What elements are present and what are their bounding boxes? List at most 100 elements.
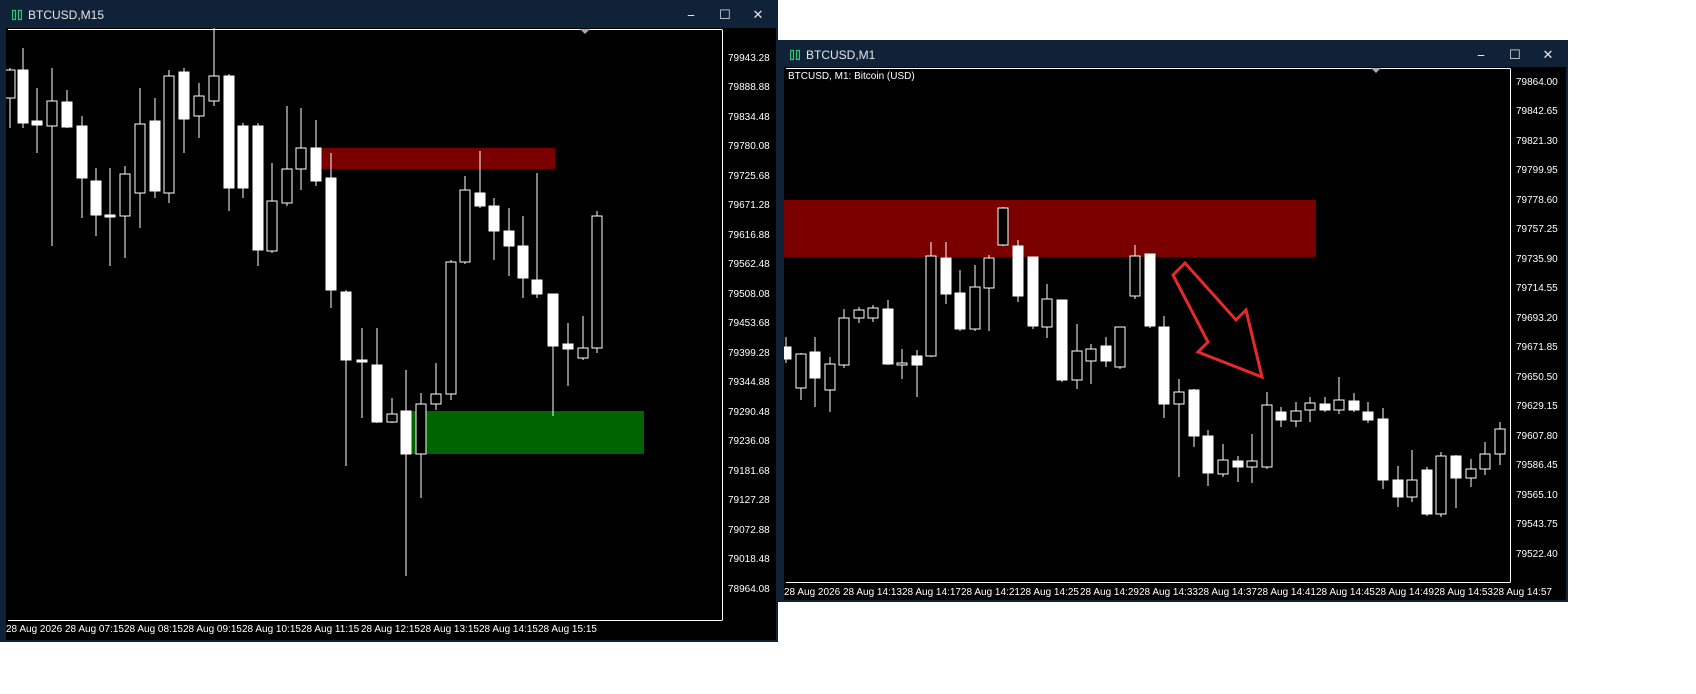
candle-body [1232,460,1244,468]
price-label: 79543.75 [1516,519,1558,530]
close-button[interactable]: ✕ [747,5,769,25]
candle-body [1392,479,1404,498]
candle-body [400,410,412,455]
candle-body [547,293,559,347]
window-title: BTCUSD,M1 [806,48,876,62]
candle-body [1100,345,1112,362]
candle-body [925,255,937,357]
title-bar[interactable]: BTCUSD,M1 ⎯ ☐ ✕ [778,40,1568,70]
candle-body [954,292,966,330]
candle-body [31,120,43,126]
price-label: 79671.85 [1516,342,1558,353]
candle-body [838,317,850,366]
candle-body [1479,453,1491,470]
price-label: 79780.08 [728,141,770,152]
candle-body [208,75,220,102]
time-label: 28 Aug 11:15 [301,624,360,635]
candle-body [1362,411,1374,421]
candle-body [969,286,981,330]
demand-zone [410,411,644,454]
time-label: 28 Aug 2026 [6,624,63,635]
candle-body [1012,245,1024,297]
red-arrow-annotation [1171,260,1265,380]
chart-shift-marker[interactable] [1371,68,1381,73]
price-label: 79757.25 [1516,224,1558,235]
time-label: 28 Aug 14:13 [843,587,902,598]
price-label: 79735.90 [1516,254,1558,265]
candle-body [940,257,952,295]
time-label: 28 Aug 14:17 [902,587,961,598]
chart-area[interactable]: 79864.00 79842.65 79821.30 79799.95 7977… [784,67,1566,600]
candle-body [1027,256,1039,327]
candle-body [997,207,1009,246]
price-label: 79943.28 [728,53,770,64]
candle-body [1246,460,1258,468]
time-label: 28 Aug 09:15 [183,624,242,635]
price-label: 79842.65 [1516,106,1558,117]
candle-body [252,125,264,251]
title-bar[interactable]: BTCUSD,M15 ⎯ ☐ ✕ [0,0,778,30]
candle-body [488,205,500,232]
price-label: 79693.20 [1516,313,1558,324]
price-label: 79181.68 [728,466,770,477]
candle-body [430,393,442,405]
time-label: 28 Aug 14:53 [1434,587,1493,598]
close-button[interactable]: ✕ [1537,45,1559,65]
time-axis: 28 Aug 2026 28 Aug 07:15 28 Aug 08:15 28… [6,624,597,635]
candle-body [1041,298,1053,328]
candle-body [1144,253,1156,327]
candle-body [266,200,278,252]
time-label: 28 Aug 07:15 [65,624,124,635]
window-title: BTCUSD,M15 [28,8,105,22]
price-label: 79725.68 [728,171,770,182]
time-label: 28 Aug 14:41 [1257,587,1316,598]
candle-body [983,257,995,289]
minimize-button[interactable]: ⎯ [1470,45,1492,65]
candle-body [784,346,792,360]
chart-window-m1[interactable]: BTCUSD,M1 ⎯ ☐ ✕ 79864.00 79842.65 79821.… [778,40,1568,602]
candle-body [1173,391,1185,405]
candle-body [882,308,894,365]
price-label: 79565.10 [1516,490,1558,501]
time-label: 28 Aug 14:49 [1375,587,1434,598]
chart-window-m15[interactable]: BTCUSD,M15 ⎯ ☐ ✕ 79943.28 79888.88 79834… [0,0,778,642]
price-label: 79236.08 [728,436,770,447]
candle-body [1261,404,1273,468]
time-label: 28 Aug 14:21 [961,587,1020,598]
candle-body [1435,455,1447,515]
candle-body [896,362,908,366]
candle-body [1406,479,1418,498]
chart-shift-marker[interactable] [580,29,590,34]
candle-body [591,215,603,349]
price-label: 79799.95 [1516,165,1558,176]
price-label: 79834.48 [728,112,770,123]
candle-body [163,75,175,194]
price-label: 78964.08 [728,584,770,595]
candle-body [1085,348,1097,362]
candle-body [90,180,102,216]
candlestick-chart[interactable]: 79943.28 79888.88 79834.48 79780.08 7972… [6,28,776,640]
price-label: 79607.80 [1516,431,1558,442]
price-label: 79018.48 [728,554,770,565]
candle-body [577,347,589,359]
price-label: 79586.45 [1516,460,1558,471]
minimize-button[interactable]: ⎯ [680,5,702,25]
candle-body [445,261,457,395]
candlestick-chart[interactable]: 79864.00 79842.65 79821.30 79799.95 7977… [784,67,1566,600]
candle-body [1188,389,1200,437]
time-label: 28 Aug 14:57 [1493,587,1552,598]
price-label: 79629.15 [1516,401,1558,412]
price-label: 79562.48 [728,259,770,270]
candle-body [1348,400,1360,411]
maximize-button[interactable]: ☐ [1504,45,1526,65]
time-label: 28 Aug 2026 [784,587,841,598]
candle-body [237,125,249,189]
candle-body [1450,455,1462,479]
supply-zone [320,148,555,169]
candle-body [1465,468,1477,479]
candle-body [281,168,293,204]
candle-body [325,177,337,291]
candle-body [356,359,368,363]
maximize-button[interactable]: ☐ [714,5,736,25]
chart-area[interactable]: 79943.28 79888.88 79834.48 79780.08 7972… [6,28,776,640]
